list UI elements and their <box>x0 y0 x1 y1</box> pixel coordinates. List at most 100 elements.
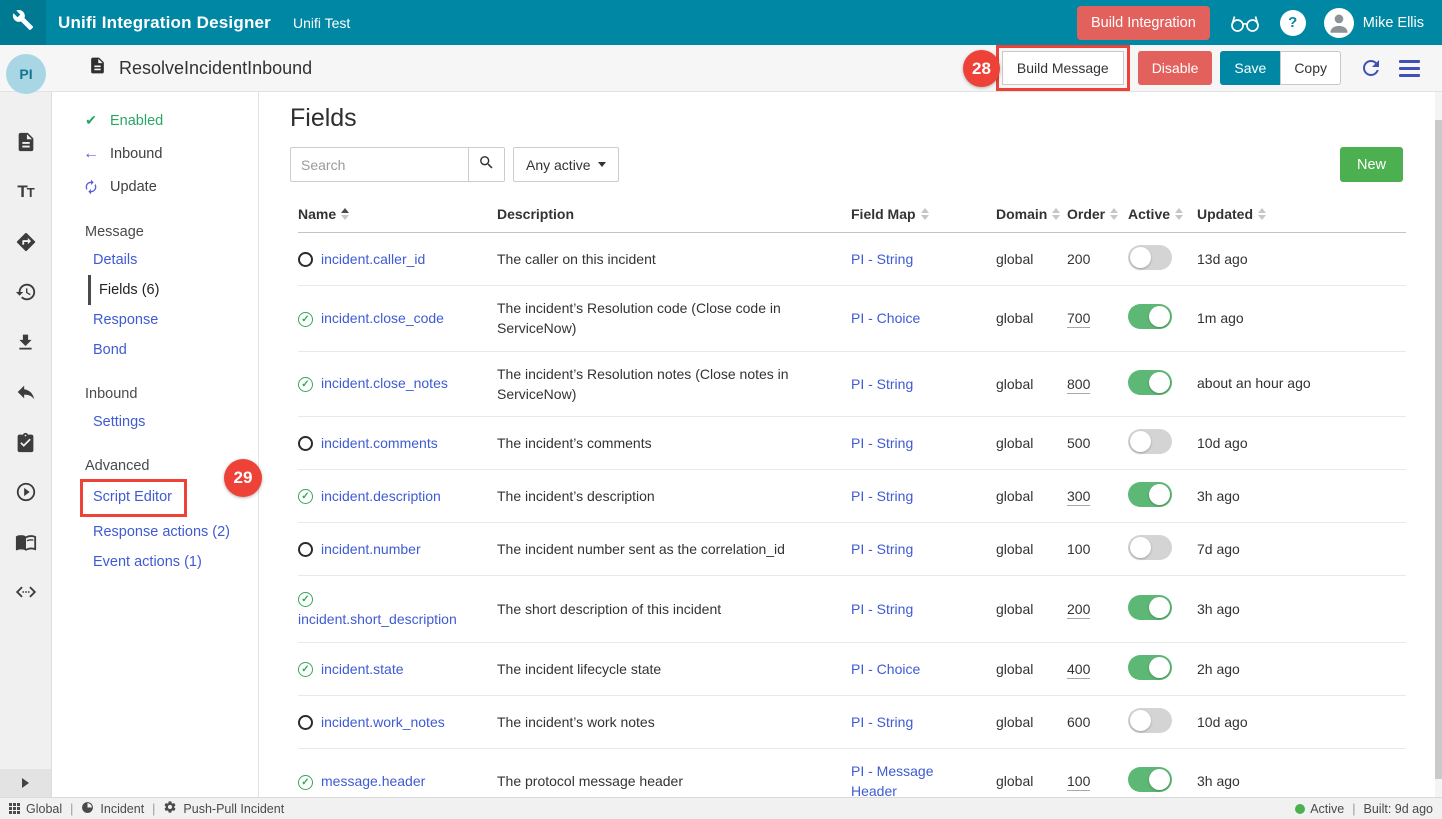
search-icon <box>478 154 495 176</box>
column-header-active[interactable]: Active <box>1128 206 1197 222</box>
sort-icon <box>1052 208 1060 220</box>
search-input[interactable] <box>290 147 468 182</box>
column-header-order[interactable]: Order <box>1067 206 1128 222</box>
integration-avatar[interactable]: PI <box>6 54 46 94</box>
help-icon[interactable]: ? <box>1280 10 1306 36</box>
field-map-link[interactable]: PI - String <box>851 376 913 392</box>
active-toggle[interactable] <box>1128 708 1172 733</box>
tasks-icon[interactable] <box>15 430 36 454</box>
history-icon[interactable] <box>15 280 37 304</box>
active-toggle[interactable] <box>1128 655 1172 680</box>
new-button[interactable]: New <box>1340 147 1403 182</box>
status-process[interactable]: Push-Pull Incident <box>163 800 284 817</box>
column-header-updated[interactable]: Updated <box>1197 206 1317 222</box>
field-domain: global <box>996 601 1067 617</box>
field-domain: global <box>996 310 1067 326</box>
search-button[interactable] <box>468 147 505 182</box>
active-toggle[interactable] <box>1128 535 1172 560</box>
build-message-button[interactable]: Build Message <box>1002 51 1124 85</box>
reply-icon[interactable] <box>15 380 37 404</box>
field-map-link[interactable]: PI - String <box>851 601 913 617</box>
column-header-domain[interactable]: Domain <box>996 206 1067 222</box>
field-map-link[interactable]: PI - String <box>851 541 913 557</box>
field-order[interactable]: 800 <box>1067 376 1090 394</box>
status-context[interactable]: Global <box>9 802 62 816</box>
sidebar-item-bond[interactable]: Bond <box>93 335 258 365</box>
field-order[interactable]: 300 <box>1067 488 1090 506</box>
nav-state-inbound[interactable]: ←Inbound <box>52 137 258 171</box>
glasses-icon[interactable] <box>1228 12 1262 34</box>
record-toolbar: ResolveIncidentInbound Build Message Dis… <box>0 45 1442 92</box>
field-order[interactable]: 700 <box>1067 310 1090 328</box>
field-updated: 3h ago <box>1197 599 1317 620</box>
field-map-link[interactable]: PI - Message Header <box>851 763 933 797</box>
active-toggle[interactable] <box>1128 482 1172 507</box>
field-map-link[interactable]: PI - Choice <box>851 661 920 677</box>
sidebar-item-event-actions-1[interactable]: Event actions (1) <box>93 547 258 577</box>
update-icon <box>82 179 100 195</box>
column-header-name[interactable]: Name <box>298 206 497 222</box>
active-toggle[interactable] <box>1128 304 1172 329</box>
copy-button[interactable]: Copy <box>1280 51 1341 85</box>
field-name-link[interactable]: message.header <box>321 773 425 789</box>
book-icon[interactable] <box>15 530 37 554</box>
download-icon[interactable] <box>15 330 36 354</box>
field-map-link[interactable]: PI - String <box>851 714 913 730</box>
field-map-link[interactable]: PI - Choice <box>851 310 920 326</box>
disable-button[interactable]: Disable <box>1138 51 1213 85</box>
field-name-link[interactable]: incident.close_code <box>321 310 444 326</box>
rail-expand-button[interactable] <box>0 769 52 797</box>
play-icon[interactable] <box>15 480 37 504</box>
nav-state-update[interactable]: Update <box>52 171 258 203</box>
field-map-link[interactable]: PI - String <box>851 435 913 451</box>
user-menu[interactable]: Mike Ellis <box>1324 8 1424 38</box>
sidebar-item-response-actions-2[interactable]: Response actions (2) <box>93 517 258 547</box>
field-status-icon <box>298 715 313 730</box>
active-toggle[interactable] <box>1128 767 1172 792</box>
field-map-link[interactable]: PI - String <box>851 488 913 504</box>
field-name-link[interactable]: incident.short_description <box>298 611 457 627</box>
sidebar-item-settings[interactable]: Settings <box>93 407 258 437</box>
status-bar: Global | Incident | Push-Pull Incident A… <box>0 797 1442 819</box>
field-name-link[interactable]: incident.close_notes <box>321 375 448 391</box>
field-domain: global <box>996 541 1067 557</box>
vertical-scrollbar[interactable] <box>1435 92 1442 797</box>
status-table[interactable]: Incident <box>81 801 144 817</box>
field-map-link[interactable]: PI - String <box>851 251 913 267</box>
field-order[interactable]: 200 <box>1067 601 1090 619</box>
directions-icon[interactable] <box>15 230 37 254</box>
field-name-link[interactable]: incident.description <box>321 488 441 504</box>
save-button[interactable]: Save <box>1220 51 1280 85</box>
active-toggle[interactable] <box>1128 370 1172 395</box>
field-order[interactable]: 400 <box>1067 661 1090 679</box>
code-icon[interactable] <box>14 580 38 604</box>
table-header: NameDescriptionField MapDomainOrderActiv… <box>298 198 1406 233</box>
active-toggle[interactable] <box>1128 595 1172 620</box>
field-name-link[interactable]: incident.caller_id <box>321 251 425 267</box>
table-row: incident.number The incident number sent… <box>298 523 1406 576</box>
field-name-link[interactable]: incident.state <box>321 661 404 677</box>
text-icon[interactable]: TT <box>17 180 33 204</box>
main-content: Fields Any active New NameDescriptionFie… <box>260 92 1435 797</box>
field-description: The incident lifecycle state <box>497 659 851 679</box>
field-order[interactable]: 100 <box>1067 773 1090 791</box>
sidebar-item-fields-6[interactable]: Fields (6) <box>88 275 258 305</box>
field-name-link[interactable]: incident.comments <box>321 435 438 451</box>
column-header-field-map[interactable]: Field Map <box>851 206 996 222</box>
document-icon[interactable] <box>15 130 37 154</box>
menu-icon[interactable] <box>1399 60 1420 77</box>
nav-section-inbound: Inbound <box>85 386 258 402</box>
sidebar-item-response[interactable]: Response <box>93 305 258 335</box>
sidebar-item-script-editor[interactable]: Script Editor <box>93 485 172 509</box>
active-filter-dropdown[interactable]: Any active <box>513 147 619 182</box>
field-name-link[interactable]: incident.number <box>321 541 421 557</box>
scrollbar-thumb[interactable] <box>1435 120 1442 779</box>
refresh-icon[interactable] <box>1359 56 1383 80</box>
active-toggle[interactable] <box>1128 429 1172 454</box>
sidebar-item-details[interactable]: Details <box>93 245 258 275</box>
nav-state-enabled[interactable]: ✔Enabled <box>52 104 258 137</box>
build-integration-button[interactable]: Build Integration <box>1077 6 1210 40</box>
active-toggle[interactable] <box>1128 245 1172 270</box>
field-updated: 10d ago <box>1197 712 1317 733</box>
field-name-link[interactable]: incident.work_notes <box>321 714 445 730</box>
